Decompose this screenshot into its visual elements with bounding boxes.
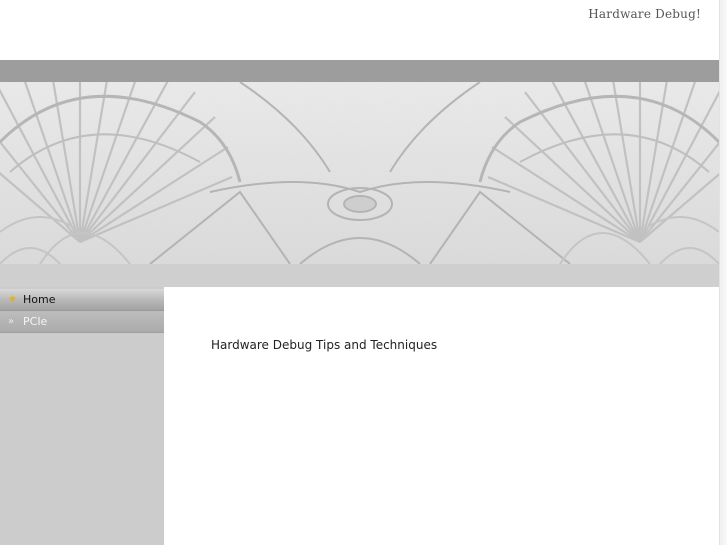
- sub-bar: [0, 264, 719, 287]
- sidebar-item-label: Home: [23, 293, 56, 306]
- page-tagline: Hardware Debug Tips and Techniques: [211, 338, 438, 352]
- double-chevron-right-icon: »: [8, 316, 15, 327]
- star-icon: ★: [8, 294, 17, 305]
- page: Hardware Debug! ★ Home » PCIe Hardware D…: [0, 0, 727, 545]
- page-edge: [719, 0, 727, 545]
- header-banner-image: [0, 82, 719, 264]
- art-deco-fan-pattern: [0, 82, 719, 264]
- sidebar-nav: ★ Home » PCIe: [0, 287, 164, 545]
- sidebar-item-label: PCIe: [23, 315, 48, 328]
- main-content: Hardware Debug Tips and Techniques: [164, 287, 719, 545]
- site-title: Hardware Debug!: [588, 7, 701, 21]
- top-bar: [0, 60, 719, 82]
- sidebar-item-home[interactable]: ★ Home: [0, 289, 164, 311]
- sidebar-item-pcie[interactable]: » PCIe: [0, 311, 164, 333]
